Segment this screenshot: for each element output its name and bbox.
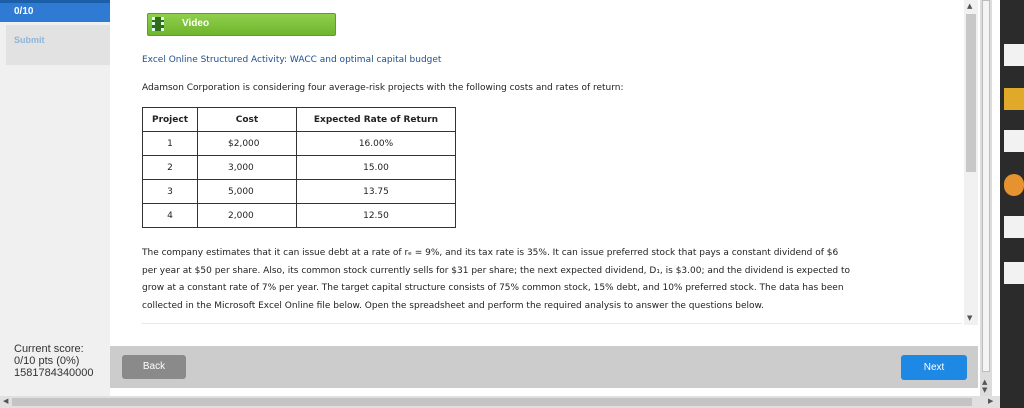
edge-tile — [1004, 130, 1024, 152]
header-rate: Expected Rate of Return — [296, 107, 456, 132]
score-id: 1581784340000 — [14, 367, 94, 379]
table-row: 4 2,000 12.50 — [142, 203, 456, 228]
cell-rate: 12.50 — [296, 203, 456, 228]
paragraph-line: per year at $50 per share. Also, its com… — [142, 265, 850, 276]
cell-cost: $2,000 — [197, 131, 297, 156]
cell-project: 4 — [142, 203, 198, 228]
activity-title: Excel Online Structured Activity: WACC a… — [142, 55, 442, 65]
page-scroll-down-icon[interactable]: ▼ — [982, 386, 987, 394]
header-project: Project — [142, 107, 198, 132]
question-sidebar: 0/10 Submit Current score: 0/10 pts (0%)… — [0, 0, 110, 408]
scroll-right-icon[interactable]: ▶ — [988, 397, 993, 405]
submit-button[interactable]: Submit — [6, 25, 110, 65]
intro-text: Adamson Corporation is considering four … — [142, 83, 624, 93]
cell-project: 2 — [142, 155, 198, 180]
edge-tile — [1004, 88, 1024, 110]
cell-rate: 13.75 — [296, 179, 456, 204]
header-cost: Cost — [197, 107, 297, 132]
problem-paragraph: The company estimates that it can issue … — [142, 245, 942, 315]
navigation-bar — [110, 346, 978, 388]
cell-rate: 15.00 — [296, 155, 456, 180]
edge-tile — [1004, 262, 1024, 284]
page-scroll-up-icon[interactable]: ▲ — [982, 378, 987, 386]
scroll-left-icon[interactable]: ◀ — [3, 397, 8, 405]
cell-cost: 3,000 — [197, 155, 297, 180]
video-button[interactable]: Video — [147, 13, 336, 36]
adjacent-window-edge — [1000, 0, 1024, 408]
cell-cost: 5,000 — [197, 179, 297, 204]
cell-project: 3 — [142, 179, 198, 204]
content-scrollbar-thumb[interactable] — [966, 14, 976, 172]
film-icon — [152, 17, 164, 31]
cell-cost: 2,000 — [197, 203, 297, 228]
edge-tile — [1004, 174, 1024, 196]
question-progress-item[interactable]: 0/10 — [0, 3, 110, 22]
horizontal-scrollbar-thumb[interactable] — [12, 398, 972, 406]
table-header-row: Project Cost Expected Rate of Return — [142, 107, 456, 132]
table-row: 2 3,000 15.00 — [142, 155, 456, 180]
score-value: 0/10 pts (0%) — [14, 355, 80, 367]
video-label: Video — [182, 18, 210, 29]
paragraph-line: collected in the Microsoft Excel Online … — [142, 300, 764, 311]
content-divider — [142, 323, 962, 324]
edge-tile — [1004, 44, 1024, 66]
submit-label: Submit — [14, 35, 45, 45]
table-row: 1 $2,000 16.00% — [142, 131, 456, 156]
next-button[interactable]: Next — [901, 355, 967, 380]
table-row: 3 5,000 13.75 — [142, 179, 456, 204]
projects-table: Project Cost Expected Rate of Return 1 $… — [142, 107, 456, 228]
score-heading: Current score: — [14, 343, 84, 355]
scroll-up-icon[interactable]: ▲ — [967, 2, 972, 10]
cell-rate: 16.00% — [296, 131, 456, 156]
scroll-down-icon[interactable]: ▼ — [967, 314, 972, 322]
cell-project: 1 — [142, 131, 198, 156]
current-score: Current score: 0/10 pts (0%) 15817843400… — [14, 343, 94, 379]
paragraph-line: The company estimates that it can issue … — [142, 248, 839, 258]
question-progress-label: 0/10 — [14, 6, 34, 17]
paragraph-line: grow at a constant rate of 7% per year. … — [142, 283, 844, 293]
edge-tile — [1004, 216, 1024, 238]
back-button[interactable]: Back — [122, 355, 186, 379]
page-scrollbar-thumb[interactable] — [982, 0, 990, 372]
